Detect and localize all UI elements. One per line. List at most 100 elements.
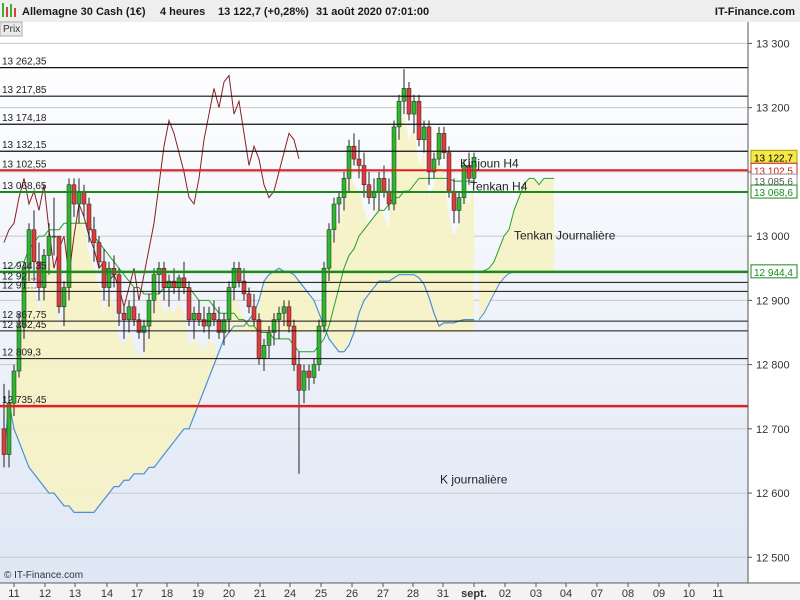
candle-body — [401, 88, 407, 102]
y-tick-label: 12 500 — [756, 552, 790, 564]
candle-body — [286, 306, 292, 327]
candle-body — [241, 280, 247, 295]
level-label: 12 944,35 — [2, 261, 47, 272]
panel-label: Prix — [3, 24, 20, 35]
candle-body — [151, 274, 157, 301]
price-chart[interactable]: Allemagne 30 Cash (1€) 4 heures 13 122,7… — [0, 0, 800, 600]
timeframe-label: 4 heures — [160, 6, 205, 18]
candle-body — [236, 267, 242, 282]
instrument-title: Allemagne 30 Cash (1€) — [22, 6, 146, 18]
candle-body — [146, 300, 152, 327]
candle-body — [326, 229, 332, 269]
candle-body — [356, 158, 362, 166]
x-tick-label: 10 — [683, 588, 695, 600]
candle-body — [426, 126, 432, 173]
candle-body — [441, 133, 447, 153]
level-label: 13 132,15 — [2, 140, 47, 151]
y-tick-label: 12 800 — [756, 360, 790, 372]
candle-body — [1, 428, 7, 455]
candle-body — [336, 197, 342, 205]
x-tick-label: 28 — [407, 588, 419, 600]
candle-body — [191, 312, 197, 320]
x-tick-label: 26 — [346, 588, 358, 600]
candle-body — [456, 197, 462, 211]
y-tick-label: 13 000 — [756, 231, 790, 243]
x-tick-label: 04 — [560, 588, 572, 600]
candle-body — [381, 178, 387, 192]
candle-body — [86, 203, 92, 230]
candle-body — [121, 312, 127, 320]
candle-body — [436, 133, 442, 160]
brand-label: IT-Finance.com — [715, 6, 795, 18]
candle-body — [246, 293, 252, 308]
candle-body — [116, 274, 122, 314]
x-tick-label: 14 — [101, 588, 113, 600]
candle-body — [256, 319, 262, 359]
candle-body — [341, 178, 347, 198]
candle-body — [131, 306, 137, 320]
candle-body — [196, 312, 202, 320]
x-tick-label: 20 — [223, 588, 235, 600]
x-tick-label: 02 — [499, 588, 511, 600]
y-axis: 13 30013 20013 10013 00012 90012 80012 7… — [748, 38, 790, 564]
annotation-label: Tenkan Journalière — [514, 228, 616, 242]
x-tick-label: 31 — [437, 588, 449, 600]
candle-body — [451, 190, 457, 211]
candle-body — [206, 312, 212, 327]
candle-body — [331, 203, 337, 230]
x-tick-label: 24 — [284, 588, 296, 600]
y-tick-label: 13 300 — [756, 38, 790, 50]
candle-body — [416, 100, 422, 141]
level-label: 12 809,3 — [2, 348, 41, 359]
x-tick-label: 07 — [591, 588, 603, 600]
candle-body — [261, 345, 267, 359]
x-tick-label: 12 — [39, 588, 51, 600]
candle-body — [211, 312, 217, 320]
candle-body — [396, 100, 402, 128]
x-tick-label: 25 — [315, 588, 327, 600]
candle-body — [301, 370, 307, 391]
price-tag-label: 13 122,7 — [754, 153, 793, 164]
candle-body — [96, 242, 102, 263]
level-label: 13 217,85 — [2, 85, 47, 96]
x-tick-label: 11 — [8, 588, 19, 600]
x-tick-label: 18 — [161, 588, 173, 600]
x-tick-label: 08 — [622, 588, 634, 600]
candle-body — [101, 261, 107, 288]
x-tick-label: 11 — [712, 588, 723, 600]
candle-body — [411, 100, 417, 115]
candle-body — [276, 312, 282, 320]
candle-body — [46, 235, 52, 256]
candle-body — [281, 306, 287, 314]
candle-body — [406, 88, 412, 115]
candle-body — [311, 364, 317, 378]
candle-body — [321, 267, 327, 327]
candle-body — [31, 229, 37, 263]
candle-body — [81, 190, 87, 205]
price-tags: 13 122,713 102,513 085,613 068,612 944,4 — [750, 149, 798, 279]
candle-body — [226, 287, 232, 320]
last-quote: 13 122,7 (+0,28%) — [218, 6, 309, 18]
y-tick-label: 13 200 — [756, 103, 790, 115]
candle-body — [91, 229, 97, 243]
x-tick-label: 21 — [254, 588, 266, 600]
x-tick-label: 13 — [69, 588, 81, 600]
candle-body — [266, 332, 272, 346]
candle-body — [71, 184, 77, 205]
price-tag-label: 13 068,6 — [754, 188, 793, 199]
annotation-label: K journalière — [440, 472, 508, 486]
candle-body — [126, 306, 132, 320]
candle-body — [361, 165, 367, 185]
level-label: 13 174,18 — [2, 113, 47, 124]
candle-body — [51, 235, 57, 238]
level-label: 13 262,35 — [2, 57, 47, 68]
x-axis-band — [0, 584, 800, 600]
y-tick-label: 12 600 — [756, 488, 790, 500]
x-tick-label: sept. — [461, 588, 487, 600]
candle-body — [446, 152, 452, 192]
candle-body — [61, 287, 67, 308]
copyright-text: © IT-Finance.com — [4, 570, 83, 581]
annotation-label: Kinjoun H4 — [460, 156, 519, 170]
x-tick-label: 03 — [530, 588, 542, 600]
level-label: 13 102,55 — [2, 159, 47, 170]
